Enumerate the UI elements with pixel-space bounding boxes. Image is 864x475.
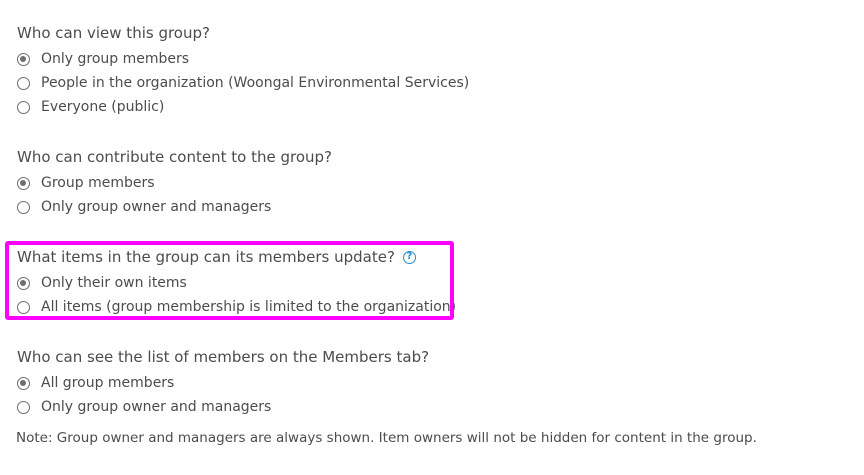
- update-section: What items in the group can its members …: [17, 245, 456, 319]
- contribute-option-members[interactable]: Group members: [17, 171, 332, 195]
- note-text: Note: Group owner and managers are alway…: [16, 430, 757, 446]
- update-question-text: What items in the group can its members …: [17, 248, 395, 266]
- option-label: Only group owner and managers: [41, 399, 272, 415]
- members-list-section: Who can see the list of members on the M…: [17, 345, 429, 419]
- radio-unselected-icon[interactable]: [17, 300, 30, 314]
- option-label: People in the organization (Woongal Envi…: [41, 75, 470, 91]
- help-icon[interactable]: ?: [402, 250, 416, 264]
- contribute-section: Who can contribute content to the group?…: [17, 145, 332, 219]
- view-option-org[interactable]: People in the organization (Woongal Envi…: [17, 71, 469, 95]
- radio-unselected-icon[interactable]: [17, 100, 30, 114]
- view-option-public[interactable]: Everyone (public): [17, 95, 469, 119]
- option-label: Group members: [41, 175, 155, 191]
- update-option-own[interactable]: Only their own items: [17, 271, 456, 295]
- radio-unselected-icon[interactable]: [17, 200, 30, 214]
- members-list-option-all[interactable]: All group members: [17, 371, 429, 395]
- radio-selected-icon[interactable]: [17, 176, 30, 190]
- members-list-question: Who can see the list of members on the M…: [17, 348, 430, 366]
- option-label: Only their own items: [41, 275, 187, 291]
- option-label: All items (group membership is limited t…: [41, 299, 457, 315]
- members-list-option-owners[interactable]: Only group owner and managers: [17, 395, 429, 419]
- update-question: What items in the group can its members …: [17, 245, 456, 269]
- contribute-option-owners[interactable]: Only group owner and managers: [17, 195, 332, 219]
- contribute-question: Who can contribute content to the group?: [17, 148, 332, 166]
- radio-selected-icon[interactable]: [17, 376, 30, 390]
- radio-selected-icon[interactable]: [17, 52, 30, 66]
- radio-selected-icon[interactable]: [17, 276, 30, 290]
- update-option-all[interactable]: All items (group membership is limited t…: [17, 295, 456, 319]
- option-label: Only group members: [41, 51, 190, 67]
- option-label: All group members: [41, 375, 175, 391]
- radio-unselected-icon[interactable]: [17, 76, 30, 90]
- option-label: Only group owner and managers: [41, 199, 272, 215]
- view-section: Who can view this group? Only group memb…: [17, 21, 469, 119]
- option-label: Everyone (public): [41, 99, 165, 115]
- view-question: Who can view this group?: [17, 24, 210, 42]
- view-option-members[interactable]: Only group members: [17, 47, 469, 71]
- radio-unselected-icon[interactable]: [17, 400, 30, 414]
